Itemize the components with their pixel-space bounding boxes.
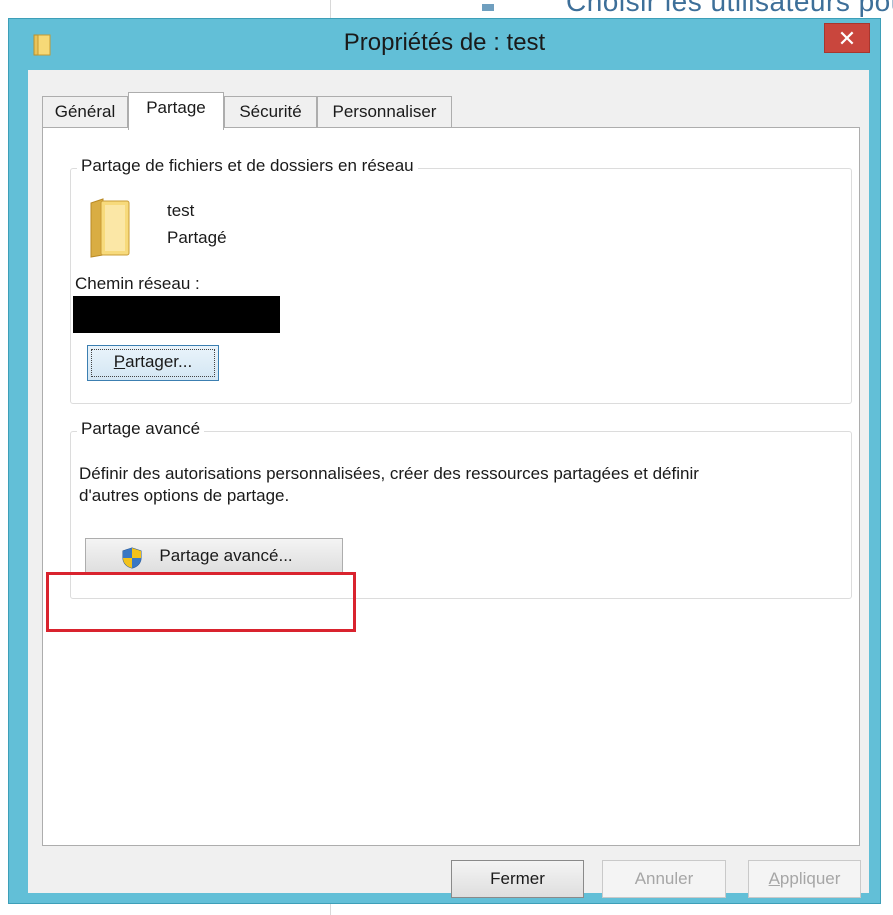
- close-dialog-button[interactable]: Fermer: [451, 860, 584, 898]
- cancel-button[interactable]: Annuler: [602, 860, 726, 898]
- background-bullet: [482, 4, 494, 11]
- tab-sharing[interactable]: Partage: [128, 92, 224, 130]
- close-icon: ✕: [837, 26, 857, 51]
- tab-customize[interactable]: Personnaliser: [317, 96, 452, 128]
- apply-button[interactable]: Appliquer: [748, 860, 861, 898]
- network-sharing-legend: Partage de fichiers et de dossiers en ré…: [77, 156, 418, 176]
- close-button[interactable]: ✕: [824, 23, 870, 53]
- shared-folder-icon: [90, 198, 130, 258]
- highlight-annotation: [46, 572, 356, 632]
- dialog-client-area: Général Partage Sécurité Personnaliser P…: [28, 70, 869, 898]
- tab-general[interactable]: Général: [42, 96, 128, 128]
- properties-dialog: Propriétés de : test ✕ Général Partage S…: [8, 18, 881, 904]
- tab-security[interactable]: Sécurité: [224, 96, 317, 128]
- advanced-sharing-button[interactable]: Partage avancé...: [85, 538, 343, 574]
- network-path-label: Chemin réseau :: [75, 274, 200, 293]
- window-title: Propriétés de : test: [343, 29, 546, 56]
- advanced-sharing-legend: Partage avancé: [77, 419, 205, 439]
- folder-name: test: [167, 201, 195, 220]
- sharing-tab-panel: Partage de fichiers et de dossiers en ré…: [42, 127, 860, 846]
- apply-button-label: Appliquer: [768, 869, 841, 888]
- network-sharing-group: Partage de fichiers et de dossiers en ré…: [70, 156, 852, 404]
- share-button[interactable]: Partager...: [87, 345, 219, 381]
- advanced-sharing-description-line2: d'autres options de partage.: [79, 486, 290, 505]
- share-status: Partagé: [167, 228, 227, 247]
- uac-shield-icon: [122, 547, 142, 569]
- advanced-sharing-button-label: Partage avancé...: [159, 546, 293, 565]
- advanced-sharing-description-line1: Définir des autorisations personnalisées…: [79, 464, 699, 483]
- title-bar[interactable]: Propriétés de : test ✕: [9, 19, 880, 69]
- network-path-value-redacted: [73, 296, 280, 333]
- background-heading: Choisir les utilisateurs pou: [566, 0, 893, 17]
- focus-rectangle: [91, 349, 215, 377]
